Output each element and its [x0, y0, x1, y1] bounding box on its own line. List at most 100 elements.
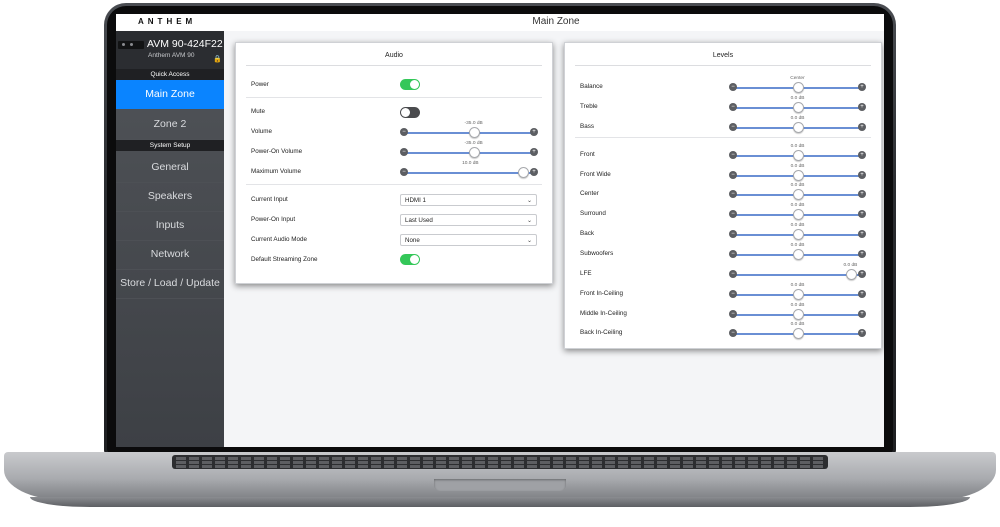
sidebar-item-store-load-update[interactable]: Store / Load / Update [116, 269, 224, 299]
level-slider[interactable]: − +0.0 dB [729, 203, 866, 220]
power-on-volume-value: -35.0 dB [464, 141, 483, 146]
minus-icon[interactable]: − [400, 148, 408, 156]
slider-thumb[interactable] [793, 229, 804, 240]
plus-icon[interactable]: + [858, 123, 866, 131]
minus-icon[interactable]: − [729, 310, 737, 318]
level-slider[interactable]: − +0.0 dB [729, 183, 866, 200]
level-slider[interactable]: − +0.0 dB [729, 263, 866, 280]
plus-icon[interactable]: + [530, 128, 538, 136]
level-value: 0.0 dB [790, 203, 805, 208]
plus-icon[interactable]: + [858, 151, 866, 159]
plus-icon[interactable]: + [530, 148, 538, 156]
level-label: Center [580, 190, 599, 197]
slider-thumb[interactable] [793, 122, 804, 133]
slider-thumb[interactable] [793, 309, 804, 320]
mute-label: Mute [251, 108, 265, 115]
current-input-label: Current Input [251, 196, 288, 203]
current-input-select[interactable]: HDMI 1 ⌄ [400, 194, 537, 206]
level-value: 0.0 dB [790, 144, 805, 149]
plus-icon[interactable]: + [858, 190, 866, 198]
minus-icon[interactable]: − [400, 128, 408, 136]
sidebar-item-inputs[interactable]: Inputs [116, 211, 224, 241]
plus-icon[interactable]: + [858, 329, 866, 337]
slider-thumb[interactable] [793, 209, 804, 220]
power-on-volume-slider[interactable]: − + -35.0 dB [400, 141, 538, 158]
minus-icon[interactable]: − [729, 329, 737, 337]
slider-thumb[interactable] [793, 150, 804, 161]
minus-icon[interactable]: − [400, 168, 408, 176]
level-slider[interactable]: − + Center [729, 76, 866, 93]
slider-thumb[interactable] [845, 269, 857, 280]
level-label: Balance [580, 83, 603, 90]
slider-thumb[interactable] [793, 82, 804, 93]
plus-icon[interactable]: + [858, 83, 866, 91]
minus-icon[interactable]: − [729, 210, 737, 218]
device-header: AVM 90-424F22 Anthem AVM 90 🔒 [116, 31, 224, 69]
slider-thumb[interactable] [793, 249, 804, 260]
sidebar-item-zone-2[interactable]: Zone 2 [116, 110, 224, 140]
level-slider[interactable]: − +0.0 dB [729, 116, 866, 133]
sidebar-item-network[interactable]: Network [116, 240, 224, 270]
level-slider[interactable]: − +0.0 dB [729, 144, 866, 161]
device-model: Anthem AVM 90 [148, 52, 195, 59]
minus-icon[interactable]: − [729, 230, 737, 238]
level-slider[interactable]: − +0.0 dB [729, 164, 866, 181]
level-slider[interactable]: − +0.0 dB [729, 283, 866, 300]
slider-thumb[interactable] [793, 328, 804, 339]
plus-icon[interactable]: + [530, 168, 538, 176]
minus-icon[interactable]: − [729, 103, 737, 111]
levels-panel-title: Levels [712, 52, 734, 59]
plus-icon[interactable]: + [858, 270, 866, 278]
current-audio-mode-value: None [405, 237, 420, 244]
sidebar-item-main-zone[interactable]: Main Zone [116, 80, 224, 109]
minus-icon[interactable]: − [729, 83, 737, 91]
main-content: Audio Power Mute Volume − + -35.0 dB Pow… [224, 31, 884, 447]
maximum-volume-slider[interactable]: − + 10.0 dB [400, 161, 538, 178]
level-slider[interactable]: − +0.0 dB [729, 96, 866, 113]
minus-icon[interactable]: − [729, 190, 737, 198]
slider-thumb[interactable] [793, 170, 804, 181]
sidebar: AVM 90-424F22 Anthem AVM 90 🔒 Quick Acce… [116, 31, 224, 447]
minus-icon[interactable]: − [729, 123, 737, 131]
volume-slider[interactable]: − + -35.0 dB [400, 121, 538, 138]
chevron-down-icon: ⌄ [526, 218, 532, 224]
divider [575, 65, 871, 66]
slider-thumb[interactable] [469, 127, 481, 138]
minus-icon[interactable]: − [729, 270, 737, 278]
default-streaming-zone-label: Default Streaming Zone [251, 256, 318, 263]
plus-icon[interactable]: + [858, 250, 866, 258]
level-slider[interactable]: − +0.0 dB [729, 322, 866, 339]
level-slider[interactable]: − +0.0 dB [729, 303, 866, 320]
current-audio-mode-select[interactable]: None ⌄ [400, 234, 537, 246]
power-toggle[interactable] [400, 79, 420, 90]
minus-icon[interactable]: − [729, 250, 737, 258]
slider-thumb[interactable] [517, 167, 529, 178]
sidebar-item-speakers[interactable]: Speakers [116, 182, 224, 212]
plus-icon[interactable]: + [858, 290, 866, 298]
minus-icon[interactable]: − [729, 290, 737, 298]
level-label: Front In-Ceiling [580, 290, 624, 297]
levels-panel: Levels Balance − + Center Treble − +0.0 dB Bass… [564, 42, 882, 349]
device-icon [118, 41, 144, 49]
level-slider[interactable]: − +0.0 dB [729, 223, 866, 240]
level-label: Front [580, 151, 595, 158]
minus-icon[interactable]: − [729, 151, 737, 159]
plus-icon[interactable]: + [858, 103, 866, 111]
minus-icon[interactable]: − [729, 171, 737, 179]
power-on-input-select[interactable]: Last Used ⌄ [400, 214, 537, 226]
plus-icon[interactable]: + [858, 210, 866, 218]
sidebar-item-general[interactable]: General [116, 153, 224, 183]
mute-toggle[interactable] [400, 107, 420, 118]
slider-thumb[interactable] [793, 189, 804, 200]
divider [246, 97, 542, 98]
plus-icon[interactable]: + [858, 310, 866, 318]
slider-thumb[interactable] [469, 147, 481, 158]
slider-thumb[interactable] [793, 289, 804, 300]
default-streaming-zone-toggle[interactable] [400, 254, 420, 265]
slider-thumb[interactable] [793, 102, 804, 113]
plus-icon[interactable]: + [858, 171, 866, 179]
level-label: LFE [580, 270, 592, 277]
plus-icon[interactable]: + [858, 230, 866, 238]
divider [246, 184, 542, 185]
level-slider[interactable]: − +0.0 dB [729, 243, 866, 260]
